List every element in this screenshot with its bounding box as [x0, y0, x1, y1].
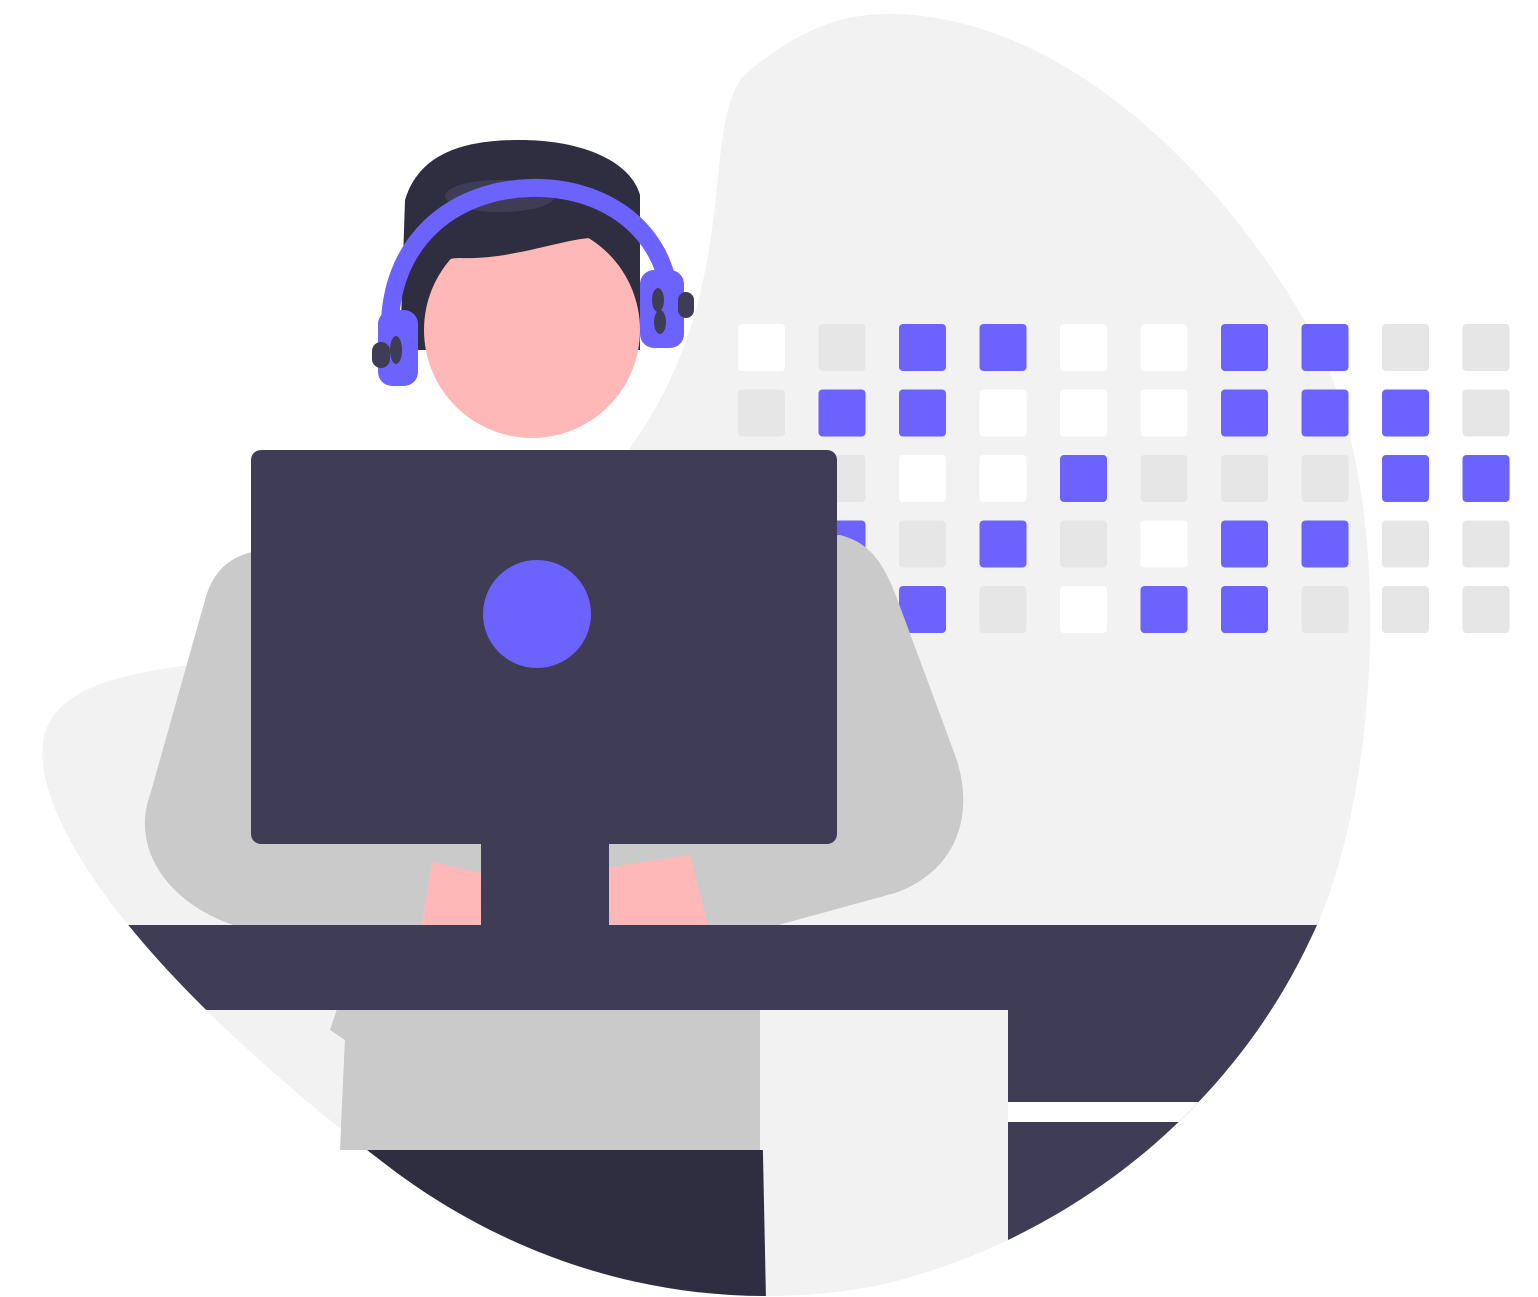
person-lower-body [332, 1010, 760, 1150]
grid-tile [818, 389, 866, 437]
grid-tile [1140, 455, 1188, 502]
grid-tile [1060, 520, 1107, 568]
grid-tile [979, 324, 1027, 371]
grid-tile [1462, 586, 1510, 633]
grid-tile [1382, 586, 1429, 633]
grid-tile [1140, 389, 1188, 437]
grid-tile [1060, 586, 1107, 633]
grid-tile [1462, 455, 1510, 502]
support-agent-illustration [42, 14, 1510, 1297]
grid-tile [979, 389, 1027, 437]
grid-tile [1301, 324, 1349, 371]
grid-tile [899, 520, 946, 568]
grid-tile [1301, 389, 1349, 437]
grid-tile [1060, 455, 1107, 502]
grid-tile [979, 455, 1027, 502]
grid-tile [1382, 455, 1429, 502]
logo-dot-icon [483, 560, 591, 668]
grid-tile [899, 455, 946, 502]
grid-tile [1462, 520, 1510, 568]
grid-tile [979, 520, 1027, 568]
grid-tile [1140, 586, 1188, 633]
grid-tile [1221, 586, 1268, 633]
grid-tile [1301, 455, 1349, 502]
grid-tile [1060, 324, 1107, 371]
grid-tile [1221, 520, 1268, 568]
grid-tile [1221, 455, 1268, 502]
grid-tile [1462, 389, 1510, 437]
grid-tile [1382, 324, 1429, 371]
grid-tile [1221, 389, 1268, 437]
grid-tile [899, 324, 946, 371]
grid-tile [899, 389, 946, 437]
grid-tile [738, 324, 785, 371]
drawer-highlight [1008, 1102, 1371, 1122]
person-legs [360, 1150, 770, 1297]
left-hand [420, 862, 490, 935]
grid-tile [1060, 389, 1107, 437]
grid-tile [1382, 520, 1429, 568]
grid-tile [1301, 520, 1349, 568]
grid-tile [1462, 324, 1510, 371]
grid-tile [979, 586, 1027, 633]
chair [760, 1010, 1008, 1297]
grid-tile [1140, 324, 1188, 371]
desk-leg [1008, 1010, 1371, 1297]
grid-tile [1221, 324, 1268, 371]
grid-tile [1301, 586, 1349, 633]
grid-tile [1140, 520, 1188, 568]
grid-tile [818, 324, 866, 371]
grid-tile [738, 389, 785, 437]
grid-tile [1382, 389, 1429, 437]
desk [42, 925, 1371, 1010]
